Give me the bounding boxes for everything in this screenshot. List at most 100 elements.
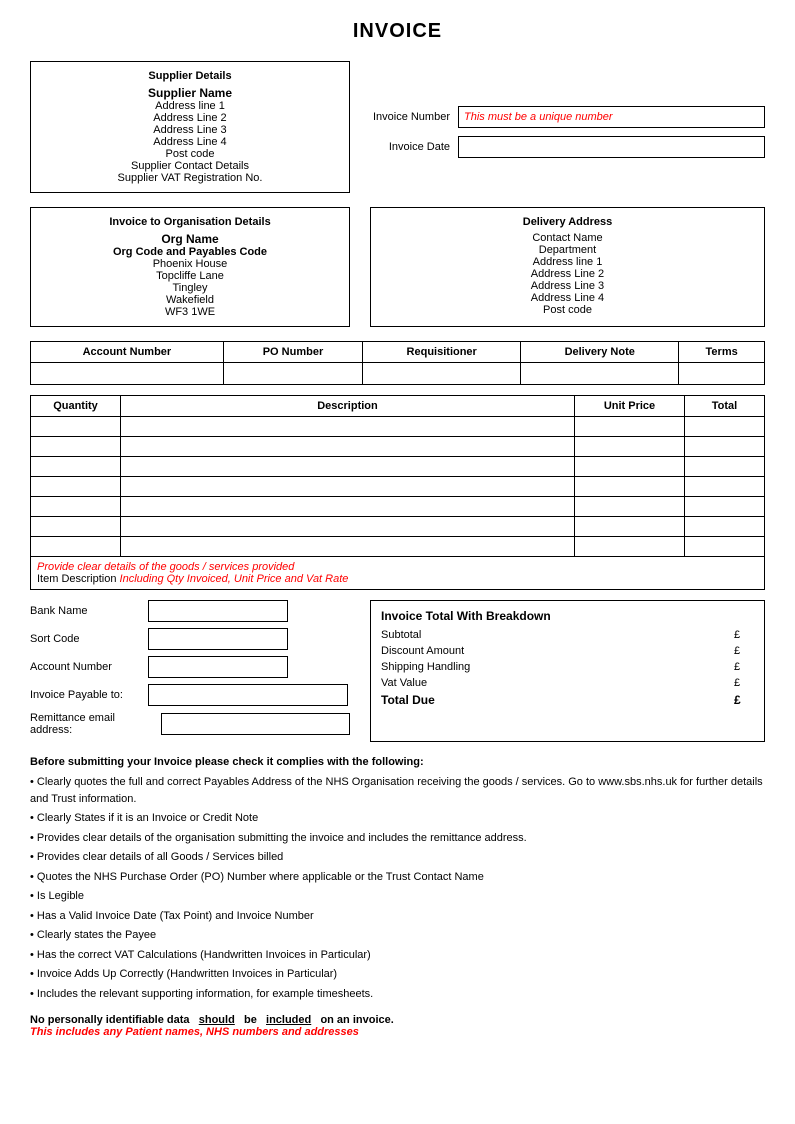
subtotal-row: Subtotal £ [381,629,754,641]
sort-code-row: Sort Code [30,628,350,650]
page-title: INVOICE [30,20,765,43]
sort-code-label: Sort Code [30,633,140,645]
order-account-cell [31,363,224,385]
checklist-section: Before submitting your Invoice please ch… [30,756,765,1002]
supplier-address4: Address Line 4 [41,136,339,148]
account-number-input[interactable] [148,656,288,678]
org-address1: Phoenix House [41,258,339,270]
account-number-row: Account Number [30,656,350,678]
delivery-box: Delivery Address Contact Name Department… [370,207,765,327]
bank-name-label: Bank Name [30,605,140,617]
delivery-address3: Address Line 3 [381,280,754,292]
col-requisitioner: Requisitioner [363,342,521,363]
items-note-prefix: Item Description [37,573,120,585]
order-table: Account Number PO Number Requisitioner D… [30,341,765,385]
items-row-7 [31,537,765,557]
supplier-name: Supplier Name [41,86,339,100]
order-req-cell [363,363,521,385]
delivery-contact: Contact Name [381,232,754,244]
total-due-label: Total Due [381,693,435,707]
shipping-row: Shipping Handling £ [381,661,754,673]
items-table-section: Quantity Description Unit Price Total Pr… [30,395,765,590]
remittance-input[interactable] [161,713,350,735]
col-delivery-note: Delivery Note [521,342,679,363]
order-po-cell [223,363,362,385]
checklist-item-7: • Clearly states the Payee [30,927,765,944]
total-due-currency: £ [734,693,754,707]
invoice-number-input[interactable]: This must be a unique number [458,106,765,128]
org-code: Org Code and Payables Code [41,246,339,258]
items-table: Quantity Description Unit Price Total Pr… [30,395,765,590]
org-address4: Wakefield [41,294,339,306]
invoice-number-row: Invoice Number This must be a unique num… [370,106,765,128]
delivery-box-title: Delivery Address [381,216,754,228]
col-total: Total [685,396,765,417]
bank-name-input[interactable] [148,600,288,622]
checklist-item-1: • Clearly States if it is an Invoice or … [30,810,765,827]
checklist-item-2: • Provides clear details of the organisa… [30,830,765,847]
items-row-1 [31,417,765,437]
checklist-item-5: • Is Legible [30,888,765,905]
order-table-row [31,363,765,385]
col-terms: Terms [679,342,765,363]
supplier-address1: Address line 1 [41,100,339,112]
warning-prefix: No personally identifiable data [30,1014,190,1026]
vat-row: Vat Value £ [381,677,754,689]
checklist-item-3: • Provides clear details of all Goods / … [30,849,765,866]
items-note-line2: Including Qty Invoiced, Unit Price and V… [120,573,349,585]
payable-to-row: Invoice Payable to: [30,684,350,706]
warning-spacer1 [193,1014,196,1026]
checklist-item-0: • Clearly quotes the full and correct Pa… [30,774,765,807]
order-terms-cell [679,363,765,385]
payable-to-label: Invoice Payable to: [30,689,140,701]
invoice-fields: Invoice Number This must be a unique num… [370,61,765,193]
account-number-label: Account Number [30,661,140,673]
payable-to-input[interactable] [148,684,348,706]
checklist-item-8: • Has the correct VAT Calculations (Hand… [30,947,765,964]
delivery-address4: Address Line 4 [381,292,754,304]
discount-currency: £ [734,645,754,657]
checklist-item-10: • Includes the relevant supporting infor… [30,986,765,1003]
org-box-title: Invoice to Organisation Details [41,216,339,228]
supplier-address3: Address Line 3 [41,124,339,136]
vat-label: Vat Value [381,677,427,689]
checklist-item-6: • Has a Valid Invoice Date (Tax Point) a… [30,908,765,925]
checklist-title: Before submitting your Invoice please ch… [30,756,765,768]
shipping-label: Shipping Handling [381,661,470,673]
remittance-row: Remittance email address: [30,712,350,736]
bank-name-row: Bank Name [30,600,350,622]
items-note-line1: Provide clear details of the goods / ser… [37,561,294,573]
org-box: Invoice to Organisation Details Org Name… [30,207,350,327]
total-title: Invoice Total With Breakdown [381,609,754,623]
supplier-postcode: Post code [41,148,339,160]
org-address2: Topcliffe Lane [41,270,339,282]
supplier-box: Supplier Details Supplier Name Address l… [30,61,350,193]
delivery-address2: Address Line 2 [381,268,754,280]
col-account-number: Account Number [31,342,224,363]
supplier-address2: Address Line 2 [41,112,339,124]
delivery-department: Department [381,244,754,256]
vat-currency: £ [734,677,754,689]
delivery-address1: Address line 1 [381,256,754,268]
invoice-date-input[interactable] [458,136,765,158]
items-row-6 [31,517,765,537]
total-due-row: Total Due £ [381,693,754,707]
warning-spacer3 [260,1014,263,1026]
sort-code-input[interactable] [148,628,288,650]
warning-spacer2 [238,1014,241,1026]
col-po-number: PO Number [223,342,362,363]
delivery-postcode: Post code [381,304,754,316]
warning-line2: This includes any Patient names, NHS num… [30,1026,765,1038]
items-row-2 [31,437,765,457]
warning-be: be [244,1014,257,1026]
org-name: Org Name [41,232,339,246]
invoice-date-row: Invoice Date [370,136,765,158]
warning-should: should [199,1014,235,1026]
items-row-3 [31,457,765,477]
org-postcode: WF3 1WE [41,306,339,318]
remittance-label: Remittance email address: [30,712,153,736]
items-note-row: Provide clear details of the goods / ser… [31,557,765,590]
warning-suffix: on an invoice. [320,1014,393,1026]
invoice-date-label: Invoice Date [370,141,450,153]
items-note-cell: Provide clear details of the goods / ser… [31,557,765,590]
